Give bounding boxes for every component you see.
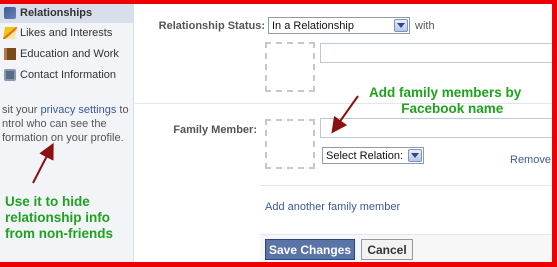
family-member-name-input[interactable] bbox=[320, 118, 557, 138]
chevron-down-icon[interactable] bbox=[408, 149, 422, 162]
relationship-status-label: Relationship Status: bbox=[158, 20, 265, 32]
family-member-label: Family Member: bbox=[173, 124, 257, 136]
privacy-note-text: ntrol who can see the bbox=[2, 118, 107, 130]
annotation-add-family: Add family members by Facebook name bbox=[369, 85, 521, 117]
select-relation-value: Select Relation: bbox=[326, 149, 404, 162]
sidebar-item-relationships[interactable]: Relationships bbox=[0, 3, 134, 23]
chevron-down-icon[interactable] bbox=[394, 19, 408, 32]
annotation-text: Add family members by bbox=[369, 85, 522, 100]
section-divider bbox=[260, 185, 557, 186]
partner-photo-placeholder bbox=[265, 42, 315, 92]
add-family-member-link[interactable]: Add another family member bbox=[265, 201, 400, 213]
annotation-text: Use it to hide bbox=[5, 194, 90, 209]
heart-icon bbox=[4, 7, 16, 19]
cancel-button[interactable]: Cancel bbox=[361, 239, 413, 260]
annotation-hide-relationship: Use it to hide relationship info from no… bbox=[5, 194, 113, 242]
annotation-text: Facebook name bbox=[401, 101, 504, 116]
sidebar-item-likes[interactable]: Likes and Interests bbox=[0, 23, 134, 43]
privacy-note-text: to bbox=[116, 104, 129, 116]
phone-icon bbox=[4, 69, 16, 81]
sidebar-item-label: Contact Information bbox=[20, 69, 116, 81]
relationships-form: Relationship Status: In a Relationship w… bbox=[135, 0, 557, 267]
pencil-icon bbox=[2, 27, 18, 39]
annotation-text: from non-friends bbox=[5, 226, 113, 241]
sidebar-item-label: Education and Work bbox=[20, 48, 119, 60]
select-relation-dropdown[interactable]: Select Relation: bbox=[322, 147, 424, 164]
sidebar-item-education[interactable]: Education and Work bbox=[0, 44, 134, 64]
highlight-frame-top bbox=[0, 0, 557, 4]
sidebar-item-contact[interactable]: Contact Information bbox=[0, 65, 134, 85]
relationship-status-select[interactable]: In a Relationship bbox=[268, 17, 410, 34]
book-icon bbox=[4, 48, 16, 60]
privacy-note-text: formation on your profile. bbox=[2, 132, 124, 144]
privacy-note-text: sit your bbox=[2, 104, 41, 116]
sidebar-item-label: Relationships bbox=[20, 7, 93, 19]
partner-name-input[interactable] bbox=[320, 43, 557, 63]
privacy-settings-link[interactable]: privacy settings bbox=[41, 104, 117, 116]
sidebar-item-label: Likes and Interests bbox=[20, 27, 113, 39]
remove-family-link[interactable]: Remove bbox=[510, 154, 551, 166]
with-label: with bbox=[415, 20, 435, 32]
save-changes-button[interactable]: Save Changes bbox=[265, 239, 355, 260]
privacy-note: sit your privacy settings to ntrol who c… bbox=[2, 103, 134, 145]
family-photo-placeholder bbox=[265, 119, 315, 169]
relationship-status-value: In a Relationship bbox=[272, 19, 354, 32]
annotation-text: relationship info bbox=[5, 210, 111, 225]
